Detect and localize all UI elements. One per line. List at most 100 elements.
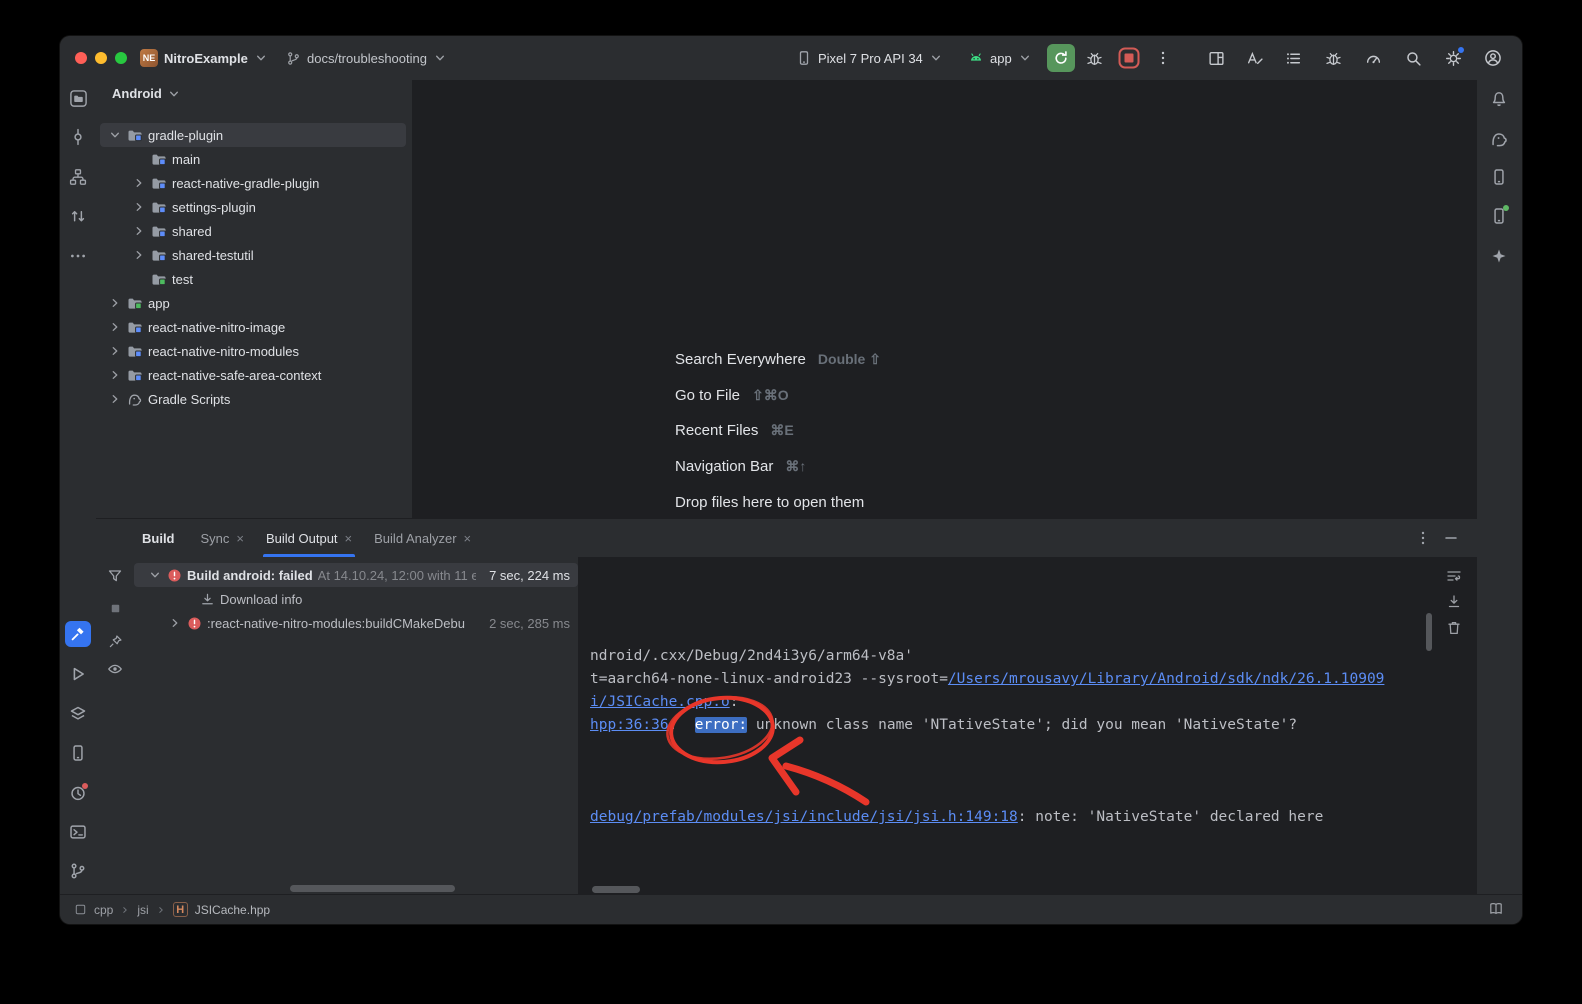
tool-pull-requests-button[interactable] bbox=[64, 202, 92, 230]
tab-sync[interactable]: Sync × bbox=[201, 519, 245, 557]
close-icon[interactable]: × bbox=[236, 531, 244, 546]
tool-more-button[interactable] bbox=[64, 242, 92, 270]
tab-build-analyzer[interactable]: Build Analyzer × bbox=[374, 519, 471, 557]
project-view-selector[interactable]: Android bbox=[112, 86, 181, 101]
minimize-window-button[interactable] bbox=[95, 52, 107, 64]
chevron-right-icon[interactable] bbox=[108, 368, 122, 382]
chevron-right-icon[interactable] bbox=[132, 224, 146, 238]
file-link[interactable]: /Users/mrousavy/Library/Android/sdk/ndk/… bbox=[948, 671, 1385, 687]
build-filter-button[interactable] bbox=[101, 562, 129, 590]
console-text: : bbox=[669, 717, 695, 733]
run-config-selector[interactable]: app bbox=[968, 36, 1032, 80]
module-square-icon bbox=[74, 903, 87, 916]
chevron-down-icon[interactable] bbox=[108, 128, 122, 142]
translations-button[interactable] bbox=[1240, 44, 1268, 72]
device-selector[interactable]: Pixel 7 Pro API 34 bbox=[796, 36, 943, 80]
tool-notifications-button[interactable] bbox=[1485, 84, 1513, 112]
tree-item-shared[interactable]: shared bbox=[96, 219, 406, 243]
console-vertical-scrollbar[interactable] bbox=[1426, 613, 1432, 651]
console-line bbox=[590, 760, 1422, 783]
chevron-right-icon[interactable] bbox=[108, 344, 122, 358]
console-soft-wrap-button[interactable] bbox=[1440, 563, 1468, 589]
settings-button[interactable] bbox=[1439, 44, 1467, 72]
shortcut-row: Navigation Bar ⌘↑ bbox=[675, 458, 806, 482]
left-tool-strip bbox=[60, 80, 97, 895]
tool-device-manager-button[interactable] bbox=[64, 739, 92, 767]
console-scroll-to-end-button[interactable] bbox=[1440, 589, 1468, 615]
branch-icon bbox=[286, 51, 301, 66]
chevron-right-icon bbox=[120, 905, 130, 915]
chevron-right-icon[interactable] bbox=[132, 248, 146, 262]
console-clear-button[interactable] bbox=[1440, 615, 1468, 641]
tool-running-devices-button[interactable] bbox=[1485, 202, 1513, 230]
file-link[interactable]: i/JSICache.cpp.o bbox=[590, 694, 730, 710]
app-insights-button[interactable] bbox=[1319, 44, 1347, 72]
build-stop-button[interactable] bbox=[101, 594, 129, 622]
tool-build-button[interactable] bbox=[65, 621, 91, 647]
layout-inspector-button[interactable] bbox=[1202, 44, 1230, 72]
maximize-window-button[interactable] bbox=[115, 52, 127, 64]
tool-structure-button[interactable] bbox=[64, 163, 92, 191]
tool-services-button[interactable] bbox=[64, 700, 92, 728]
build-panel-options-button[interactable] bbox=[1415, 530, 1431, 546]
tool-assistant-button[interactable] bbox=[1485, 242, 1513, 270]
tab-build-output[interactable]: Build Output × bbox=[266, 519, 352, 557]
tree-item-gradle-scripts[interactable]: Gradle Scripts bbox=[96, 387, 406, 411]
chevron-right-icon[interactable] bbox=[108, 320, 122, 334]
chevron-down-icon[interactable] bbox=[148, 568, 162, 582]
chevron-right-icon[interactable] bbox=[108, 392, 122, 406]
chevron-right-icon[interactable] bbox=[132, 176, 146, 190]
tree-item-shared-testutil[interactable]: shared-testutil bbox=[96, 243, 406, 267]
eye-icon bbox=[107, 661, 123, 677]
breadcrumb-file[interactable]: JSICache.hpp bbox=[195, 903, 270, 917]
close-icon[interactable]: × bbox=[464, 531, 472, 546]
tree-horizontal-scrollbar[interactable] bbox=[290, 885, 455, 892]
file-link[interactable]: hpp:36:36 bbox=[590, 717, 669, 733]
build-inspect-button[interactable] bbox=[101, 655, 129, 683]
profiler-button[interactable] bbox=[1359, 44, 1387, 72]
build-tree-root-row[interactable]: Build android: failed At 14.10.24, 12:00… bbox=[134, 563, 578, 587]
tool-device-explorer-button[interactable] bbox=[1485, 163, 1513, 191]
tree-item-test[interactable]: test bbox=[96, 267, 406, 291]
tree-item-settings-plugin[interactable]: settings-plugin bbox=[96, 195, 406, 219]
close-window-button[interactable] bbox=[75, 52, 87, 64]
tool-run-button[interactable] bbox=[64, 660, 92, 688]
tree-item-react-native-safe-area-context[interactable]: react-native-safe-area-context bbox=[96, 363, 406, 387]
tree-item-app[interactable]: app bbox=[96, 291, 406, 315]
project-selector[interactable]: NE NitroExample bbox=[140, 36, 268, 80]
build-console[interactable]: ndroid/.cxx/Debug/2nd4i3y6/arm64-v8a' t=… bbox=[578, 557, 1477, 896]
rerun-button[interactable] bbox=[1047, 44, 1075, 72]
stop-button[interactable] bbox=[1115, 44, 1143, 72]
console-horizontal-scrollbar[interactable] bbox=[592, 886, 640, 893]
account-button[interactable] bbox=[1479, 44, 1507, 72]
chevron-right-icon[interactable] bbox=[168, 616, 182, 630]
logcat-button[interactable] bbox=[1279, 44, 1307, 72]
tree-item-react-native-nitro-image[interactable]: react-native-nitro-image bbox=[96, 315, 406, 339]
build-tree-task-row[interactable]: :react-native-nitro-modules:buildCMakeDe… bbox=[134, 611, 578, 635]
tree-item-react-native-gradle-plugin[interactable]: react-native-gradle-plugin bbox=[96, 171, 406, 195]
build-panel-minimize-button[interactable] bbox=[1443, 530, 1459, 546]
breadcrumb-jsi[interactable]: jsi bbox=[137, 903, 148, 917]
tool-project-button[interactable] bbox=[64, 84, 92, 112]
build-tree-download-row[interactable]: Download info bbox=[134, 587, 578, 611]
tool-commit-button[interactable] bbox=[64, 123, 92, 151]
chevron-right-icon[interactable] bbox=[132, 200, 146, 214]
status-reader-mode-button[interactable] bbox=[1488, 901, 1504, 917]
breadcrumb-cpp[interactable]: cpp bbox=[94, 903, 113, 917]
tool-version-control-button[interactable] bbox=[64, 857, 92, 885]
vcs-branch-selector[interactable]: docs/troubleshooting bbox=[286, 36, 447, 80]
tool-gradle-button[interactable] bbox=[1485, 124, 1513, 152]
build-pin-button[interactable] bbox=[101, 627, 129, 655]
chevron-right-icon[interactable] bbox=[108, 296, 122, 310]
tree-item-react-native-nitro-modules[interactable]: react-native-nitro-modules bbox=[96, 339, 406, 363]
tree-item-gradle-plugin[interactable]: gradle-plugin bbox=[100, 123, 406, 147]
file-link[interactable]: debug/prefab/modules/jsi/include/jsi/jsi… bbox=[590, 809, 1018, 825]
tree-item-main[interactable]: main bbox=[96, 147, 406, 171]
debug-button[interactable] bbox=[1080, 44, 1108, 72]
close-icon[interactable]: × bbox=[345, 531, 353, 546]
console-text: ndroid/.cxx/Debug/2nd4i3y6/arm64-v8a' bbox=[590, 648, 913, 664]
tool-problems-button[interactable] bbox=[64, 779, 92, 807]
run-more-actions-button[interactable] bbox=[1149, 44, 1177, 72]
search-everywhere-button[interactable] bbox=[1399, 44, 1427, 72]
tool-terminal-button[interactable] bbox=[64, 818, 92, 846]
